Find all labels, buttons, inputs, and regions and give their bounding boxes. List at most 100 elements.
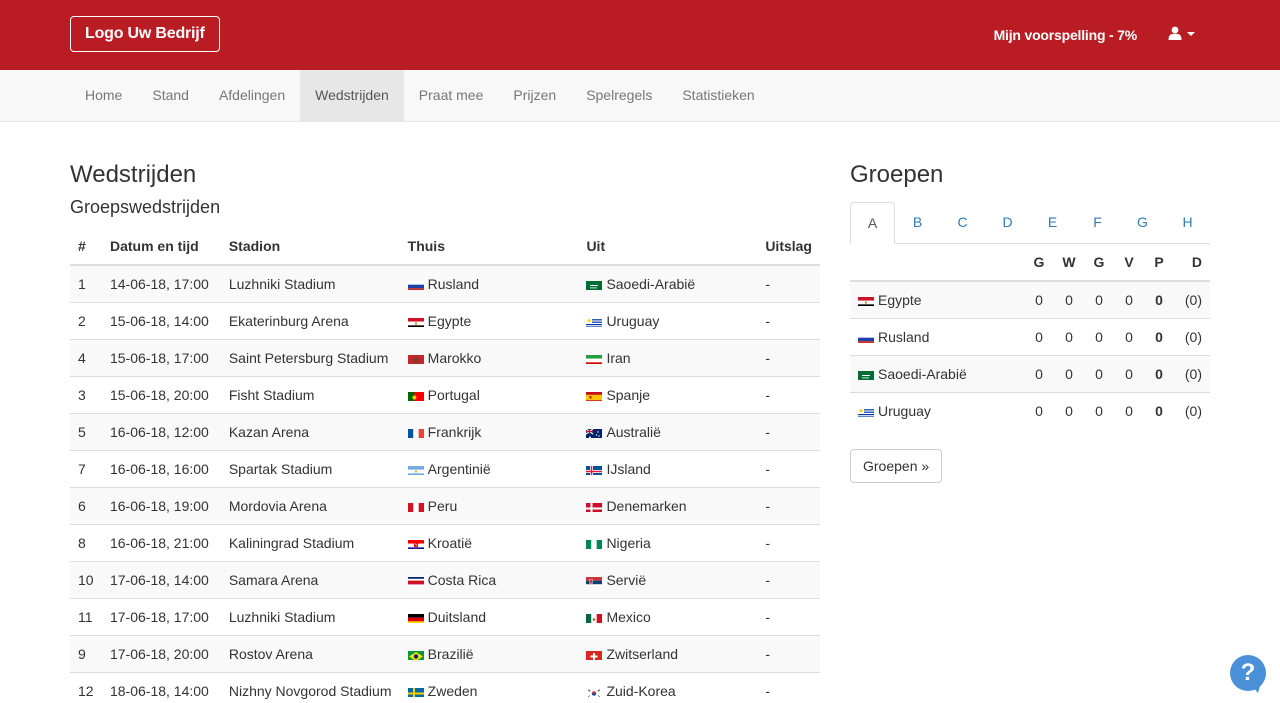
standings-row: Rusland 0 0 0 0 0 (0) [850,317,1210,355]
ma-flag-icon [407,353,424,364]
match-stadium: Samara Arena [220,560,400,598]
away-team-name: Denemarken [606,497,687,514]
home-team-name: Egypte [427,312,472,329]
match-result: - [757,301,820,339]
groups-more-button[interactable]: Groepen » [850,449,943,483]
match-number: 8 [70,523,102,561]
tab-group-a[interactable]: A [850,202,895,244]
match-home-team: Kroatië [399,523,579,561]
tab-group-c[interactable]: C [940,202,985,243]
column-header-lost: V [1114,244,1144,282]
table-row: 1 14-06-18, 17:00 Luzhniki Stadium Rusland S… [70,264,820,302]
match-number: 12 [70,671,102,703]
match-stadium: Nizhny Novgorod Stadium [220,671,400,703]
table-header-row: # Datum en tijd Stadion Thuis Uit Uitsla… [70,228,820,266]
home-team-name: Costa Rica [427,571,497,588]
ng-flag-icon [586,538,603,549]
column-header-team [850,244,1024,282]
stat-won: 0 [1054,317,1084,355]
stat-played: 0 [1024,354,1054,392]
column-header-points: P [1144,244,1174,282]
match-result: - [757,338,820,376]
prediction-link[interactable]: Mijn voorspelling - 7% [994,27,1138,43]
match-datetime: 16-06-18, 19:00 [101,486,221,524]
match-away-team: Zwitserland [578,634,758,672]
eg-flag-icon [407,316,424,327]
mx-flag-icon [586,612,603,623]
stat-won: 0 [1054,280,1084,318]
ir-flag-icon [586,353,603,364]
match-away-team: Servië [578,560,758,598]
nav-item-statistieken[interactable]: Statistieken [667,70,769,121]
stat-played: 0 [1024,391,1054,429]
nav-item-home[interactable]: Home [70,70,137,121]
standings-row: Egypte 0 0 0 0 0 (0) [850,280,1210,318]
tab-group-e[interactable]: E [1030,202,1075,243]
match-datetime: 15-06-18, 20:00 [101,375,221,413]
help-icon[interactable]: ? [1230,655,1266,693]
tab-group-g[interactable]: G [1120,202,1165,243]
match-stadium: Kaliningrad Stadium [220,523,400,561]
logo-button[interactable]: Logo Uw Bedrijf [70,16,220,52]
match-away-team: Zuid-Korea [578,671,758,703]
tab-group-f[interactable]: F [1075,202,1120,243]
match-datetime: 17-06-18, 20:00 [101,634,221,672]
match-datetime: 14-06-18, 17:00 [101,264,221,302]
standings-team: Egypte [850,280,1024,318]
match-datetime: 15-06-18, 17:00 [101,338,221,376]
match-datetime: 16-06-18, 16:00 [101,449,221,487]
match-stadium: Saint Petersburg Stadium [220,338,400,376]
column-header-away: Uit [578,228,758,266]
home-team-name: Marokko [427,349,482,366]
table-row: 6 16-06-18, 19:00 Mordovia Arena Peru Denema… [70,486,820,524]
stat-diff: (0) [1174,354,1210,392]
match-away-team: Uruguay [578,301,758,339]
stat-diff: (0) [1174,317,1210,355]
ru-flag-icon [407,279,424,290]
fr-flag-icon [407,427,424,438]
main-nav: Home Stand Afdelingen Wedstrijden Praat … [0,70,1280,122]
match-stadium: Fisht Stadium [220,375,400,413]
nav-item-spelregels[interactable]: Spelregels [571,70,667,121]
user-menu[interactable] [1168,26,1195,40]
away-team-name: Spanje [606,386,651,403]
column-header-nr: # [70,228,102,266]
nav-item-praat-mee[interactable]: Praat mee [404,70,499,121]
tab-group-d[interactable]: D [985,202,1030,243]
match-result: - [757,671,820,703]
match-number: 9 [70,634,102,672]
match-result: - [757,560,820,598]
sa-flag-icon [586,279,603,290]
nav-item-stand[interactable]: Stand [137,70,204,121]
match-stadium: Spartak Stadium [220,449,400,487]
match-datetime: 17-06-18, 17:00 [101,597,221,635]
match-result: - [757,634,820,672]
team-name: Egypte [878,291,922,308]
home-team-name: Duitsland [427,608,487,625]
nav-item-afdelingen[interactable]: Afdelingen [204,70,300,121]
match-away-team: Spanje [578,375,758,413]
away-team-name: Nigeria [606,534,651,551]
stat-drawn: 0 [1084,317,1114,355]
match-home-team: Frankrijk [399,412,579,450]
away-team-name: Servië [606,571,647,588]
ar-flag-icon [407,464,424,475]
column-header-won: W [1054,244,1084,282]
match-stadium: Luzhniki Stadium [220,597,400,635]
dk-flag-icon [586,501,603,512]
match-datetime: 15-06-18, 14:00 [101,301,221,339]
standings-header-row: G W G V P D [850,244,1210,282]
match-result: - [757,375,820,413]
stat-drawn: 0 [1084,354,1114,392]
nav-item-prijzen[interactable]: Prijzen [498,70,571,121]
nav-item-wedstrijden[interactable]: Wedstrijden [300,70,404,121]
rs-flag-icon [586,575,603,586]
standings-team: Saoedi-Arabië [850,354,1024,392]
tab-group-b[interactable]: B [895,202,940,243]
match-home-team: Brazilië [399,634,579,672]
tab-group-h[interactable]: H [1165,202,1210,243]
home-team-name: Peru [427,497,458,514]
away-team-name: Iran [606,349,631,366]
away-team-name: Australië [606,423,661,440]
table-row: 7 16-06-18, 16:00 Spartak Stadium Argentini… [70,449,820,487]
